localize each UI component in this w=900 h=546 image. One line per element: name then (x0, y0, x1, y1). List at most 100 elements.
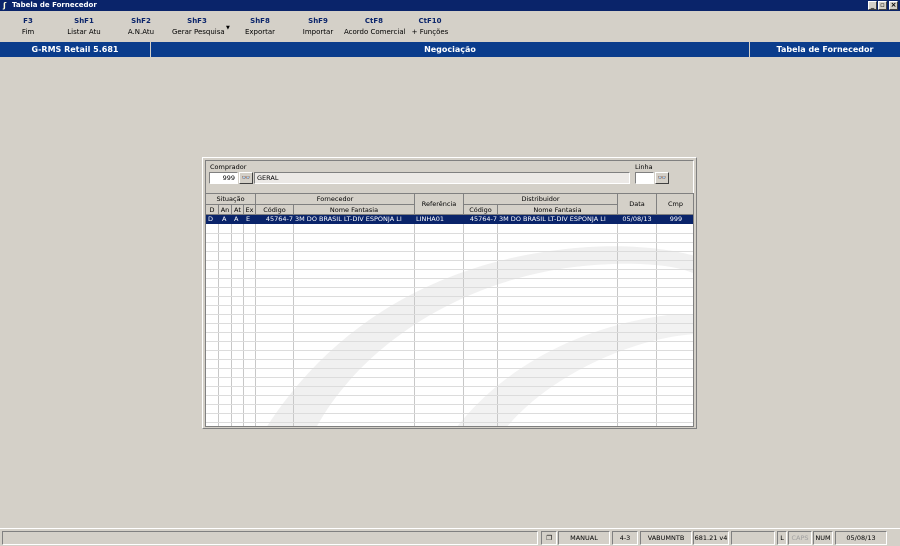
cell-at: A (234, 215, 239, 223)
col-forn-nome-header[interactable]: Nome Fantasia (294, 205, 415, 215)
supplier-grid: Situação Fornecedor Referência Distribui… (205, 193, 694, 427)
function-toolbar: F3 Fim ShF1 Listar Atu ShF2 A.N.Atu ShF3… (0, 12, 900, 41)
col-d-header[interactable]: D (206, 205, 219, 215)
comprador-code-field[interactable]: 999 (209, 172, 238, 184)
exportar-label: Exportar (244, 28, 276, 36)
status-version: 681.21 v4 (693, 531, 729, 545)
module-name: Negociação (424, 45, 476, 54)
fim-button[interactable]: F3 Fim (14, 16, 42, 40)
grid-line (206, 278, 693, 279)
status-code: 4-3 (612, 531, 638, 545)
grid-line (497, 224, 498, 426)
col-at-header[interactable]: At (232, 205, 244, 215)
cell-forn-codigo: 45764-7 (265, 215, 293, 223)
cell-dist-codigo: 45764-7 (469, 215, 497, 223)
col-ex-header[interactable]: Ex (244, 205, 256, 215)
status-bar: ❐ MANUAL 4-3 VABUMNTB 681.21 v4 L CAPS N… (0, 528, 900, 546)
gerar-pesquisa-dropdown-icon[interactable]: ▼ (226, 25, 230, 31)
status-date: 05/08/13 (835, 531, 887, 545)
cell-forn-nome: 3M DO BRASIL LT-DIV ESPONJA LI (295, 215, 402, 223)
grid-line (206, 323, 693, 324)
comprador-label: Comprador (210, 163, 247, 171)
cell-ex: E (246, 215, 251, 223)
referencia-header[interactable]: Referência (415, 194, 464, 215)
cell-d: D (208, 215, 214, 223)
status-user: VABUMNTB (640, 531, 692, 545)
clipboard-icon[interactable]: ❐ (541, 531, 557, 545)
watermark-swoosh (267, 246, 693, 426)
context-header: G-RMS Retail 5.681 Negociação Tabela de … (0, 42, 900, 57)
data-header[interactable]: Data (618, 194, 657, 215)
grid-line (218, 224, 219, 426)
restore-icon[interactable]: ▫ (878, 1, 887, 10)
close-icon[interactable]: × (889, 1, 898, 10)
an-atu-button[interactable]: ShF2 A.N.Atu (122, 16, 160, 40)
window-title: Tabela de Fornecedor (12, 1, 97, 9)
screen-name: Tabela de Fornecedor (776, 45, 874, 54)
grid-line (206, 368, 693, 369)
grid-line (206, 422, 693, 423)
grid-line (206, 296, 693, 297)
grid-line (206, 341, 693, 342)
minimize-icon[interactable]: _ (868, 1, 877, 10)
acordo-comercial-button[interactable]: CtF8 Acordo Comercial (344, 16, 406, 40)
col-forn-codigo-header[interactable]: Código (256, 205, 294, 215)
app-version: G-RMS Retail 5.681 (31, 45, 119, 54)
col-an-header[interactable]: An (219, 205, 232, 215)
grid-line (206, 233, 693, 234)
cell-data: 05/08/13 (622, 215, 652, 223)
cell-cmp: 999 (669, 215, 683, 223)
fornecedor-header: Fornecedor (256, 194, 415, 205)
mais-funcoes-label: + Funções (411, 28, 449, 36)
exportar-button[interactable]: ShF8 Exportar (240, 16, 280, 40)
an-atu-label: A.N.Atu (127, 28, 155, 36)
distribuidor-header: Distribuidor (464, 194, 618, 205)
cell-referencia: LINHA01 (416, 215, 445, 223)
status-caps: CAPS (788, 531, 812, 545)
grid-line (206, 395, 693, 396)
grid-line (231, 224, 232, 426)
gerar-pesquisa-button[interactable]: ShF3 Gerar Pesquisa (172, 16, 225, 40)
importar-label: Importar (302, 28, 334, 36)
grid-line (414, 224, 415, 426)
grid-line (206, 350, 693, 351)
status-mode: MANUAL (558, 531, 610, 545)
linha-search-icon[interactable]: 👓 (655, 172, 669, 184)
linha-field[interactable] (635, 172, 654, 184)
grid-line (206, 260, 693, 261)
importar-button[interactable]: ShF9 Importar (298, 16, 338, 40)
gerar-pesquisa-label: Gerar Pesquisa (172, 28, 225, 36)
mais-funcoes-button[interactable]: CtF10 + Funções (410, 16, 450, 40)
grid-line (206, 251, 693, 252)
cell-an: A (222, 215, 227, 223)
grid-line (255, 224, 256, 426)
grid-line (206, 377, 693, 378)
gerar-pesquisa-key: ShF3 (187, 17, 207, 25)
grid-line (206, 404, 693, 405)
situacao-header: Situação (206, 194, 256, 205)
grid-line (617, 224, 618, 426)
grid-line (206, 332, 693, 333)
grid-line (206, 386, 693, 387)
col-dist-codigo-header[interactable]: Código (464, 205, 498, 215)
cmp-header[interactable]: Cmp (657, 194, 693, 215)
status-blank (731, 531, 775, 545)
grid-line (206, 287, 693, 288)
listar-atu-key: ShF1 (74, 17, 94, 25)
fim-label: Fim (21, 28, 35, 36)
window-titlebar: ʃ Tabela de Fornecedor _ ▫ × (0, 0, 900, 11)
app-icon: ʃ (3, 1, 7, 10)
status-num: NUM (813, 531, 833, 545)
listar-atu-button[interactable]: ShF1 Listar Atu (64, 16, 104, 40)
an-atu-key: ShF2 (131, 17, 151, 25)
exportar-key: ShF8 (250, 17, 270, 25)
cell-dist-nome: 3M DO BRASIL LT-DIV ESPONJA LI (499, 215, 606, 223)
comprador-search-icon[interactable]: 👓 (239, 172, 253, 184)
linha-label: Linha (635, 163, 653, 171)
status-message (2, 531, 538, 545)
col-dist-nome-header[interactable]: Nome Fantasia (498, 205, 618, 215)
acordo-comercial-key: CtF8 (364, 17, 384, 25)
grid-line (206, 413, 693, 414)
fim-key: F3 (23, 17, 33, 25)
mais-funcoes-key: CtF10 (418, 17, 442, 25)
